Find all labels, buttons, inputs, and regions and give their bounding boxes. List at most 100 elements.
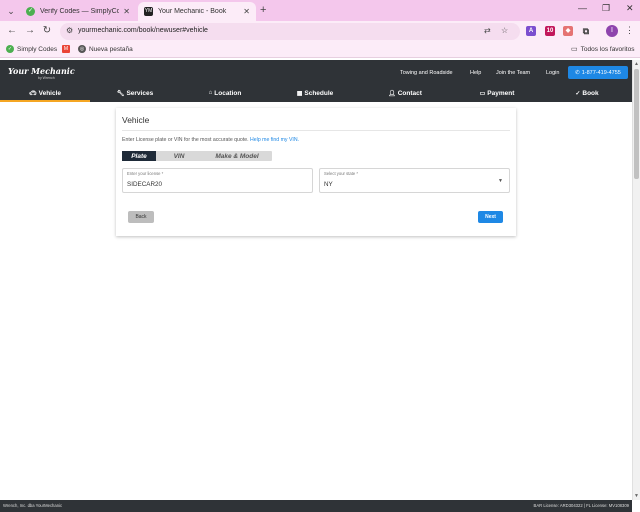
logo-subtitle: by Wrench — [38, 76, 55, 80]
phone-icon: ✆ — [575, 69, 580, 76]
bookmark-star-icon[interactable]: ☆ — [501, 26, 508, 35]
close-icon[interactable]: ✕ — [243, 7, 250, 16]
tab-yourmechanic[interactable]: YM Your Mechanic - Book ✕ — [138, 2, 256, 21]
toggle-make-model[interactable]: Make & Model — [202, 151, 272, 161]
bookmark-simply-codes[interactable]: ✓ Simply Codes — [6, 45, 57, 53]
toggle-vin[interactable]: VIN — [156, 151, 202, 161]
tab-search-chevron-icon[interactable]: ⌄ — [4, 4, 18, 18]
state-field-label: Select your state * — [324, 171, 358, 176]
footer-company: Wrench, Inc. dba YourMechanic — [3, 503, 63, 508]
card-description: Enter License plate or VIN for the most … — [122, 137, 299, 143]
state-value[interactable]: NY — [324, 181, 333, 188]
back-button[interactable]: Back — [128, 211, 154, 223]
back-arrow-icon[interactable]: ← — [6, 25, 18, 37]
window-close-icon[interactable]: ✕ — [626, 3, 634, 14]
yourmechanic-favicon-icon: YM — [144, 7, 153, 16]
check-icon: ✓ — [575, 90, 581, 97]
step-payment[interactable]: ▭ Payment — [452, 84, 542, 102]
state-select[interactable]: Select your state * NY ▼ — [319, 168, 510, 193]
step-label: Book — [582, 89, 599, 97]
card-icon: ▭ — [479, 90, 486, 97]
tab-title: Verify Codes — SimplyCodes — [40, 8, 120, 15]
browser-tab-bar: ⌄ ✓ Verify Codes — SimplyCodes ✕ YM Your… — [0, 0, 640, 21]
step-services[interactable]: 🔧︎ Services — [90, 84, 180, 102]
nav-link-help[interactable]: Help — [470, 70, 481, 76]
nav-link-towing[interactable]: Towing and Roadside — [400, 70, 453, 76]
bookmark-label: Nueva pestaña — [89, 45, 133, 53]
footer-licenses: BAR License: ARD304322 | FL License: MV1… — [533, 503, 629, 508]
step-label: Vehicle — [38, 89, 62, 97]
step-book[interactable]: ✓ Book — [542, 84, 632, 102]
step-schedule[interactable]: ▦ Schedule — [270, 84, 360, 102]
chevron-down-icon[interactable]: ▼ — [498, 178, 503, 184]
license-field-label: Enter your license * — [127, 171, 164, 176]
gmail-icon: M — [62, 45, 70, 53]
globe-icon: ◎ — [78, 45, 86, 53]
step-label: Payment — [487, 89, 515, 97]
site-header: Your Mechanic by Wrench Towing and Roads… — [0, 60, 632, 102]
vehicle-card: Vehicle Enter License plate or VIN for t… — [116, 108, 516, 236]
phone-button[interactable]: ✆ 1-877-419-4755 — [568, 66, 628, 79]
tab-simplycodes[interactable]: ✓ Verify Codes — SimplyCodes ✕ — [20, 2, 136, 21]
step-label: Services — [126, 89, 154, 97]
restore-icon[interactable]: ❐ — [602, 3, 610, 14]
car-icon: 🚗︎ — [28, 90, 37, 97]
license-input[interactable]: SIDECAR20 — [127, 181, 162, 188]
reload-icon[interactable]: ↻ — [41, 25, 53, 37]
new-tab-plus-icon[interactable]: + — [260, 4, 266, 16]
booking-steps: 🚗︎ Vehicle 🔧︎ Services ⌂ Location ▦ Sche… — [0, 84, 632, 102]
minimize-icon[interactable]: — — [578, 3, 587, 13]
bookmark-label: Simply Codes — [17, 45, 58, 53]
profile-avatar[interactable]: I — [606, 25, 618, 37]
license-field[interactable]: Enter your license * SIDECAR20 — [122, 168, 313, 193]
extension-badge-count: 10 — [546, 28, 554, 34]
extensions-puzzle-icon[interactable]: ⧉ — [581, 26, 591, 36]
extension-badge-icon[interactable]: 10 — [545, 26, 555, 36]
all-bookmarks-folder[interactable]: ▭ Todos los favoritos — [571, 45, 635, 54]
wrench-icon: 🔧︎ — [116, 90, 125, 97]
find-vin-link[interactable]: Help me find my VIN. — [250, 137, 299, 143]
extension-a-icon[interactable]: A — [526, 26, 536, 36]
step-contact[interactable]: 👤︎ Contact — [360, 84, 450, 102]
nav-link-login[interactable]: Login — [546, 70, 559, 76]
bookmarks-bar: ✓ Simply Codes M ◎ Nueva pestaña ▭ Todos… — [0, 42, 640, 58]
folder-icon: ▭ — [571, 46, 578, 53]
extension-coupon-icon[interactable]: ◆ — [563, 26, 573, 36]
browser-toolbar: ← → ↻ ⚙ yourmechanic.com/book/newuser#ve… — [0, 21, 640, 42]
close-icon[interactable]: ✕ — [123, 7, 130, 16]
forward-arrow-icon[interactable]: → — [24, 25, 36, 37]
step-label: Contact — [397, 89, 422, 97]
step-location[interactable]: ⌂ Location — [180, 84, 270, 102]
simplycodes-icon: ✓ — [6, 45, 14, 53]
site-footer: Wrench, Inc. dba YourMechanic BAR Licens… — [0, 500, 632, 512]
description-text: Enter License plate or VIN for the most … — [122, 137, 249, 143]
scroll-up-icon[interactable]: ▲ — [634, 61, 639, 67]
scroll-down-icon[interactable]: ▼ — [634, 493, 639, 499]
site-info-icon[interactable]: ⚙ — [66, 26, 73, 35]
tab-title: Your Mechanic - Book — [158, 8, 227, 15]
simplycodes-favicon-icon: ✓ — [26, 7, 35, 16]
translate-icon[interactable]: ⇄ — [484, 26, 491, 35]
card-divider — [122, 130, 510, 131]
bookmark-nueva-pestana[interactable]: ◎ Nueva pestaña — [78, 45, 133, 53]
home-icon: ⌂ — [208, 90, 213, 96]
browser-menu-icon[interactable]: ⋮ — [625, 25, 634, 36]
toggle-plate[interactable]: Plate — [122, 151, 156, 161]
nav-link-join-team[interactable]: Join the Team — [496, 70, 530, 76]
site-logo[interactable]: Your Mechanic — [8, 66, 75, 76]
step-vehicle[interactable]: 🚗︎ Vehicle — [0, 84, 90, 102]
scroll-thumb[interactable] — [634, 69, 639, 179]
step-label: Schedule — [304, 89, 334, 97]
url-text[interactable]: yourmechanic.com/book/newuser#vehicle — [78, 27, 208, 34]
step-label: Location — [214, 89, 242, 97]
bookmark-gmail[interactable]: M — [62, 45, 73, 53]
calendar-icon: ▦ — [296, 90, 303, 97]
address-bar[interactable]: ⚙ yourmechanic.com/book/newuser#vehicle … — [60, 23, 520, 40]
page-scrollbar[interactable]: ▲ ▼ — [632, 60, 640, 500]
user-icon: 👤︎ — [388, 90, 396, 97]
next-button[interactable]: Next — [478, 211, 503, 223]
phone-number: 1-877-419-4755 — [581, 69, 621, 76]
all-bookmarks-label: Todos los favoritos — [580, 45, 635, 53]
lookup-method-toggle: Plate VIN Make & Model — [122, 151, 272, 161]
card-title: Vehicle — [122, 115, 150, 125]
